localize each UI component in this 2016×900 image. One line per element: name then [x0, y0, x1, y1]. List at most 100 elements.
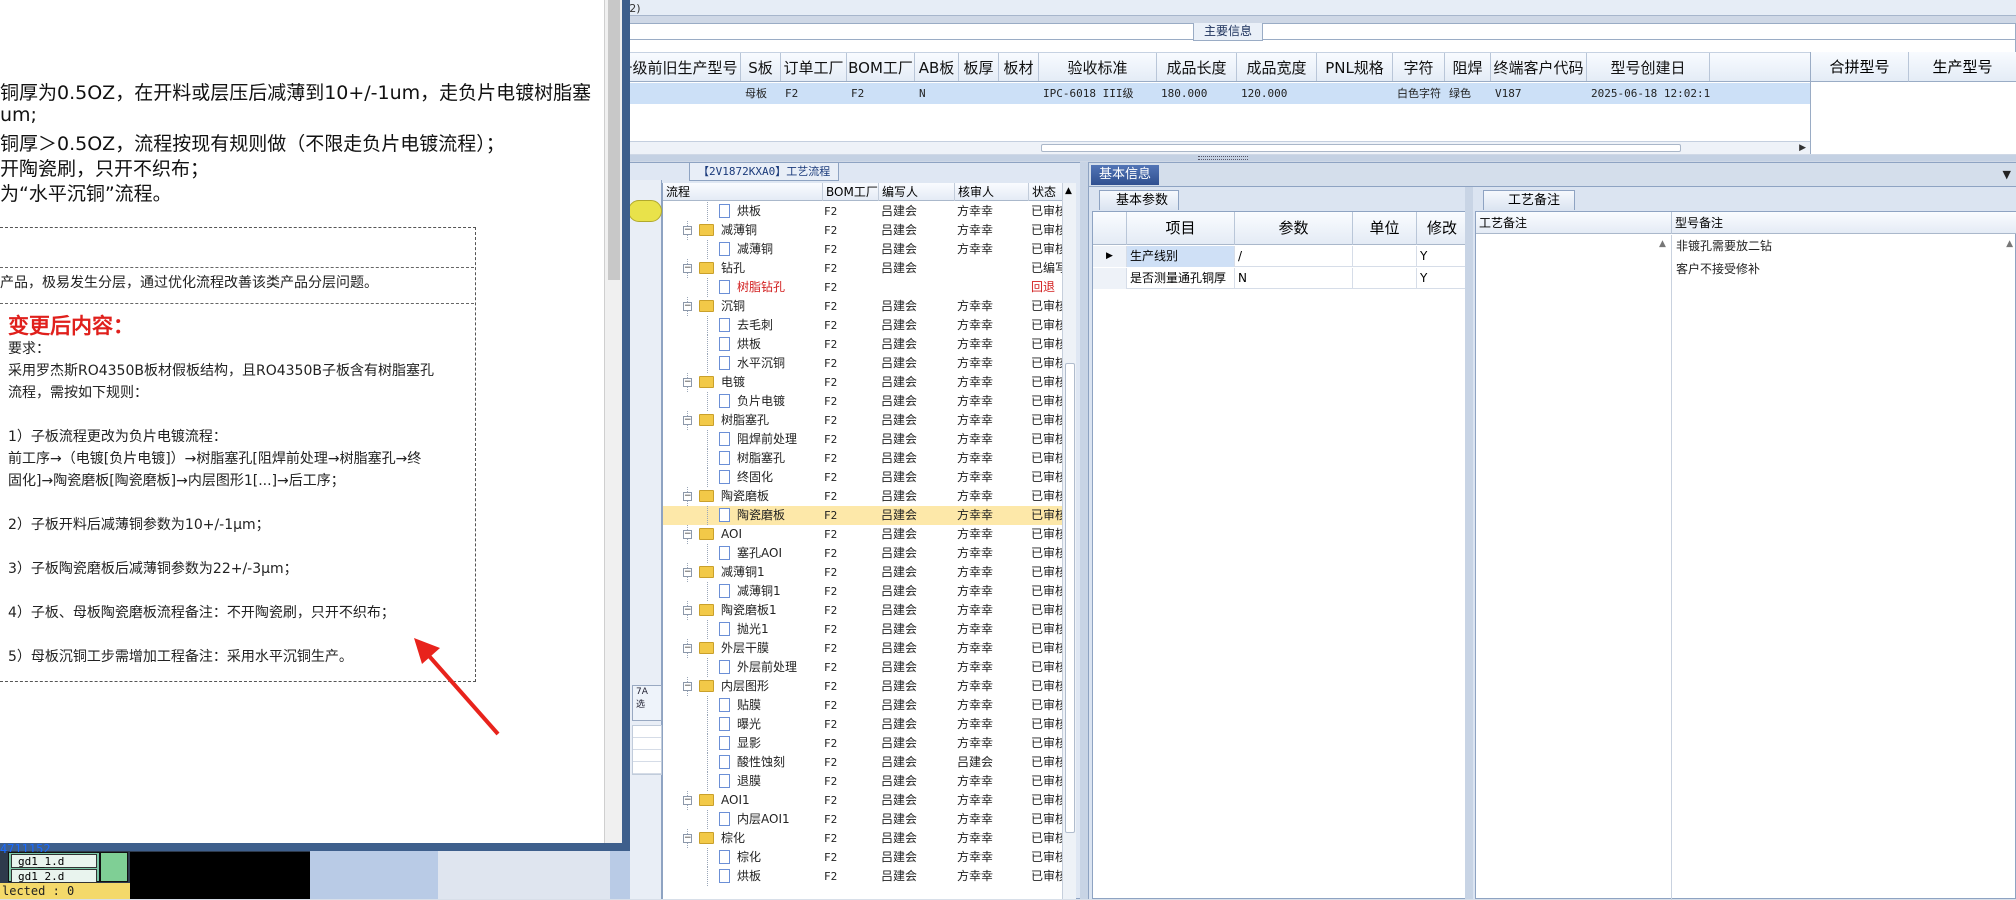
param-name[interactable]: 是否测量通孔铜厚: [1127, 268, 1235, 289]
collapse-icon[interactable]: −: [683, 682, 692, 691]
column-header[interactable]: S板: [741, 53, 781, 81]
horizontal-splitter[interactable]: [600, 155, 2016, 161]
table-cell[interactable]: 2025-06-18 12:02:18: [1587, 83, 1710, 104]
list-item[interactable]: gd1_1.d: [11, 854, 97, 868]
tree-row[interactable]: − 沉铜 F2 吕建会 方幸幸 已审核: [663, 297, 1063, 316]
vertical-splitter[interactable]: [1080, 162, 1088, 899]
table-cell[interactable]: V187: [1491, 83, 1587, 104]
tree-row[interactable]: 水平沉铜 F2 吕建会 方幸幸 已审核: [663, 354, 1063, 373]
column-header[interactable]: 订单工厂: [781, 53, 847, 81]
table-cell[interactable]: 白色字符: [1393, 83, 1445, 104]
param-name[interactable]: 生产线别: [1127, 246, 1235, 267]
tree-row[interactable]: − 树脂塞孔 F2 吕建会 方幸幸 已审核: [663, 411, 1063, 430]
tree-row[interactable]: 树脂钻孔 F2 回退: [663, 278, 1063, 297]
collapse-icon[interactable]: −: [683, 492, 692, 501]
column-header[interactable]: 成品长度: [1157, 53, 1237, 81]
param-edit[interactable]: Y: [1417, 268, 1467, 289]
tree-row[interactable]: 酸性蚀刻 F2 吕建会 吕建会 已审核: [663, 753, 1063, 772]
tree-row[interactable]: 烘板 F2 吕建会 方幸幸 已审核: [663, 202, 1063, 221]
table-cell[interactable]: 绿色: [1445, 83, 1491, 104]
tree-row[interactable]: − 内层图形 F2 吕建会 方幸幸 已审核: [663, 677, 1063, 696]
column-header[interactable]: 验收标准: [1039, 53, 1157, 81]
tree-row[interactable]: 显影 F2 吕建会 方幸幸 已审核: [663, 734, 1063, 753]
column-header[interactable]: 合拼型号: [1811, 52, 1909, 82]
tree-row[interactable]: 烘板 F2 吕建会 方幸幸 已审核: [663, 335, 1063, 354]
column-header[interactable]: 板厚: [959, 53, 999, 81]
tree-row[interactable]: 退膜 F2 吕建会 方幸幸 已审核: [663, 772, 1063, 791]
collapse-icon[interactable]: −: [683, 606, 692, 615]
tree-row[interactable]: 烘板 F2 吕建会 方幸幸 已审核: [663, 867, 1063, 886]
param-value[interactable]: /: [1235, 246, 1353, 267]
table-row[interactable]: 2母板F2F2NIPC-6018 III级180.000120.000白色字符绿…: [601, 83, 1810, 104]
vertical-scrollbar[interactable]: ▲: [1062, 183, 1076, 899]
table-cell[interactable]: [959, 83, 999, 104]
collapse-icon[interactable]: −: [683, 644, 692, 653]
tree-row[interactable]: 树脂塞孔 F2 吕建会 方幸幸 已审核: [663, 449, 1063, 468]
scroll-up-icon[interactable]: ▲: [1065, 186, 1072, 196]
collapse-icon[interactable]: −: [683, 834, 692, 843]
param-edit[interactable]: Y: [1417, 246, 1467, 267]
scrollbar-thumb[interactable]: [1041, 144, 1681, 152]
tree-row[interactable]: 陶瓷磨板 F2 吕建会 方幸幸 已审核: [663, 506, 1063, 525]
tree-row[interactable]: − 陶瓷磨板1 F2 吕建会 方幸幸 已审核: [663, 601, 1063, 620]
file-list[interactable]: gd1_1.d gd1_2.d: [8, 852, 100, 883]
row-pointer-icon[interactable]: ▶: [1093, 246, 1127, 267]
list-item[interactable]: gd1_2.d: [11, 869, 97, 883]
column-header[interactable]: 工艺备注: [1476, 212, 1672, 234]
scrollbar-thumb[interactable]: [1065, 363, 1075, 833]
tree-row[interactable]: 外层前处理 F2 吕建会 方幸幸 已审核: [663, 658, 1063, 677]
tree-row[interactable]: 负片电镀 F2 吕建会 方幸幸 已审核: [663, 392, 1063, 411]
tree-row[interactable]: − AOI1 F2 吕建会 方幸幸 已审核: [663, 791, 1063, 810]
vertical-splitter[interactable]: [1465, 187, 1473, 899]
splitter-grip[interactable]: [1198, 156, 1248, 160]
column-header[interactable]: 编写人: [879, 183, 955, 201]
collapse-icon[interactable]: −: [683, 302, 692, 311]
tree-row[interactable]: − AOI F2 吕建会 方幸幸 已审核: [663, 525, 1063, 544]
collapse-icon[interactable]: −: [683, 568, 692, 577]
column-header[interactable]: 升级前旧生产型号: [615, 53, 741, 81]
tree-row[interactable]: − 电镀 F2 吕建会 方幸幸 已审核: [663, 373, 1063, 392]
process-remark-cell[interactable]: ▲: [1476, 235, 1672, 900]
table-cell[interactable]: [615, 83, 741, 104]
scroll-up-icon[interactable]: ▲: [2006, 239, 2013, 249]
tab-process-flow[interactable]: 【2V1872KXA0】工艺流程: [689, 163, 840, 181]
column-header[interactable]: 核审人: [955, 183, 1029, 201]
scroll-up-icon[interactable]: ▲: [1659, 239, 1671, 899]
column-header[interactable]: 型号创建日: [1587, 53, 1710, 81]
table-cell[interactable]: F2: [847, 83, 915, 104]
column-header[interactable]: 流程: [663, 183, 823, 201]
table-cell[interactable]: 120.000: [1237, 83, 1317, 104]
param-unit[interactable]: [1353, 246, 1417, 267]
tree-row[interactable]: 阻焊前处理 F2 吕建会 方幸幸 已审核: [663, 430, 1063, 449]
column-header[interactable]: 单位: [1353, 212, 1417, 245]
param-value[interactable]: N: [1235, 268, 1353, 289]
column-header[interactable]: AB板: [915, 53, 959, 81]
collapse-icon[interactable]: −: [683, 378, 692, 387]
table-cell[interactable]: N: [915, 83, 959, 104]
tab-basic-params[interactable]: 基本参数: [1099, 190, 1180, 210]
table-cell[interactable]: [999, 83, 1039, 104]
table-cell[interactable]: IPC-6018 III级: [1039, 83, 1157, 104]
column-header[interactable]: 字符: [1393, 53, 1445, 81]
table-cell[interactable]: F2: [781, 83, 847, 104]
tree-row[interactable]: 减薄铜1 F2 吕建会 方幸幸 已审核: [663, 582, 1063, 601]
tab-process-remarks[interactable]: 工艺备注: [1483, 190, 1576, 210]
column-header[interactable]: 型号备注: [1672, 212, 2016, 234]
column-header[interactable]: 修改: [1417, 212, 1467, 245]
column-header[interactable]: 成品宽度: [1237, 53, 1317, 81]
tree-row[interactable]: 贴膜 F2 吕建会 方幸幸 已审核: [663, 696, 1063, 715]
tree-row[interactable]: 去毛刺 F2 吕建会 方幸幸 已审核: [663, 316, 1063, 335]
column-header[interactable]: BOM工厂: [823, 183, 879, 201]
horizontal-scrollbar[interactable]: ▶: [601, 141, 1810, 154]
column-header[interactable]: 生产型号: [1909, 52, 2016, 82]
model-remark-cell[interactable]: 非镀孔需要放二钻 客户不接受修补: [1676, 235, 1772, 281]
table-row[interactable]: 是否测量通孔铜厚 N Y: [1093, 268, 1467, 289]
column-header[interactable]: 阻焊: [1445, 53, 1491, 81]
tree-row[interactable]: 塞孔AOI F2 吕建会 方幸幸 已审核: [663, 544, 1063, 563]
tree-row[interactable]: − 棕化 F2 吕建会 方幸幸 已审核: [663, 829, 1063, 848]
tree-row[interactable]: − 减薄铜1 F2 吕建会 方幸幸 已审核: [663, 563, 1063, 582]
table-row[interactable]: ▶ 生产线别 / Y: [1093, 246, 1467, 267]
column-header[interactable]: 参数: [1235, 212, 1353, 245]
tree-row[interactable]: − 钻孔 F2 吕建会 已编写: [663, 259, 1063, 278]
tree-row[interactable]: 减薄铜 F2 吕建会 方幸幸 已审核: [663, 240, 1063, 259]
